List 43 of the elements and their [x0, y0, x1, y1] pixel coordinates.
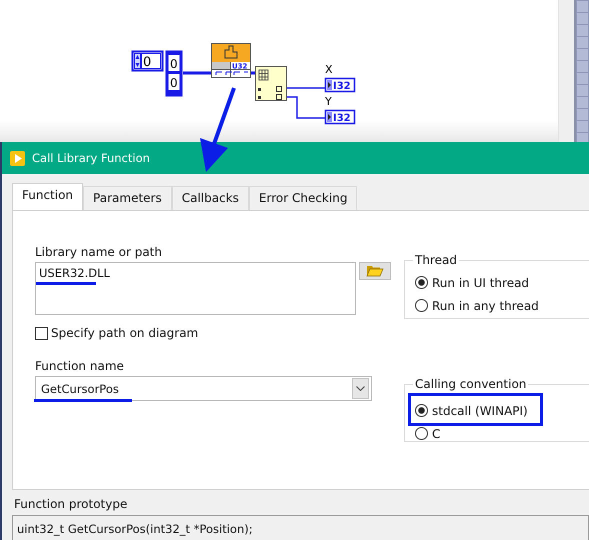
indicator-label: X — [325, 63, 333, 76]
group-label: Thread — [414, 253, 458, 267]
radio-label: stdcall (WINAPI) — [432, 404, 528, 418]
radio-label: Run in UI thread — [432, 276, 530, 290]
path-field[interactable]: USER32.DLL — [35, 262, 356, 315]
radio-button[interactable] — [415, 427, 428, 440]
tab[interactable]: Error Checking — [248, 186, 358, 210]
wire — [287, 96, 326, 119]
array-value: 0 — [170, 76, 178, 90]
numeric-indicator — [324, 110, 356, 124]
radio-label: C — [432, 426, 440, 440]
array-value: 0 — [170, 57, 178, 71]
group-label: Calling convention — [414, 377, 528, 391]
play-icon — [10, 150, 25, 166]
unbundle-node[interactable] — [255, 66, 287, 101]
numeric-indicator — [324, 78, 356, 92]
tab[interactable]: Callbacks — [172, 186, 249, 210]
window-title: Call Library Function — [32, 151, 150, 165]
chevron-down-icon — [356, 386, 365, 391]
numeric-value: 0 — [143, 55, 152, 70]
dropdown-button[interactable] — [352, 378, 369, 399]
field-label: Library name or path — [35, 244, 163, 260]
type-label: I32 — [333, 113, 351, 124]
checkbox-label: Specify path on diagram — [51, 326, 198, 340]
numeric-control[interactable] — [132, 50, 164, 72]
radio-button[interactable] — [415, 404, 428, 417]
checkbox[interactable] — [35, 326, 48, 340]
function-dropdown[interactable]: GetCursorPos — [35, 376, 372, 401]
radio-button[interactable] — [415, 276, 428, 289]
field-label: Function name — [35, 358, 125, 374]
folder-icon — [366, 265, 384, 277]
type-label: I32 — [333, 81, 351, 92]
library-call-node[interactable] — [211, 43, 251, 78]
browse-button[interactable] — [359, 262, 391, 280]
indicator-label: Y — [325, 95, 332, 108]
tab[interactable]: Parameters — [83, 186, 172, 210]
wire — [287, 87, 326, 89]
array-control[interactable] — [166, 50, 182, 96]
prototype-field: uint32_t GetCursorPos(int32_t *Position); — [12, 515, 589, 540]
tab[interactable]: Function — [12, 183, 84, 210]
radio-button[interactable] — [415, 299, 428, 312]
field-label: Function prototype — [14, 496, 128, 512]
radio-label: Run in any thread — [432, 298, 539, 312]
